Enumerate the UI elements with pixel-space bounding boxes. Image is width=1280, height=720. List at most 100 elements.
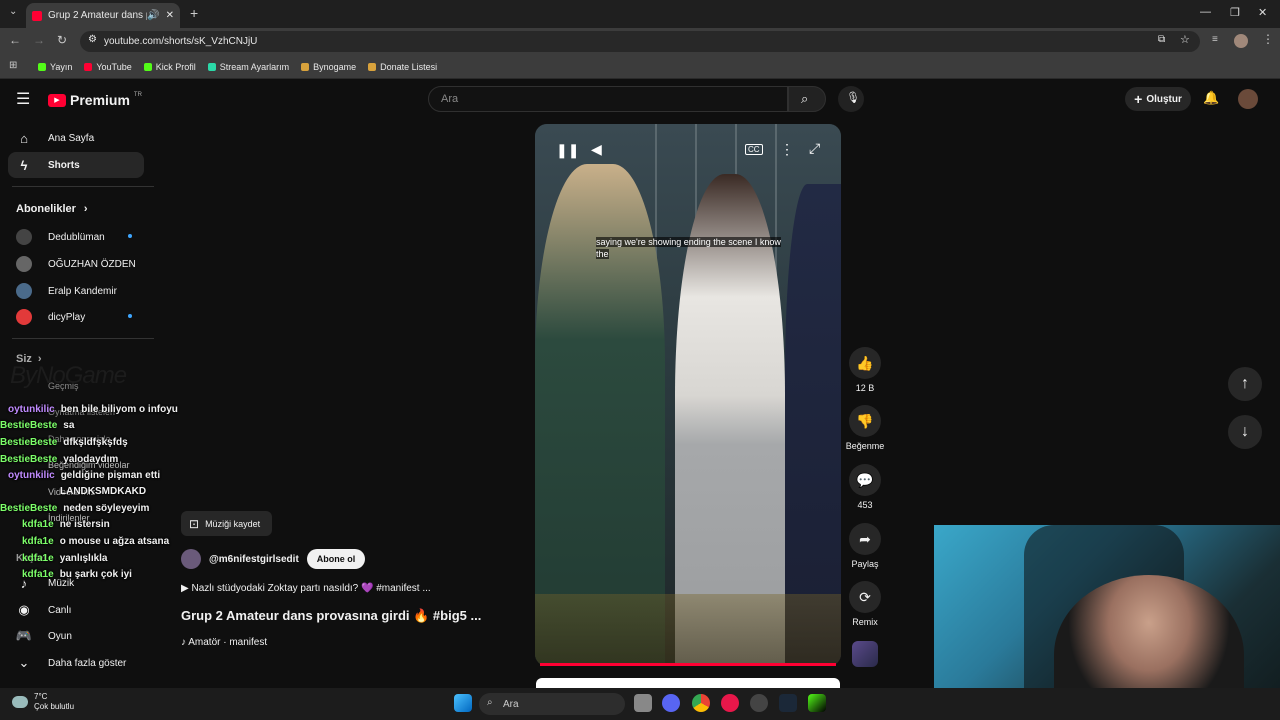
steam-icon[interactable] xyxy=(779,694,797,712)
next-short-preview[interactable] xyxy=(536,678,840,688)
fullscreen-icon[interactable]: ⤢ xyxy=(809,140,820,157)
chat-message: kdfa1e yanlışlıkla xyxy=(22,553,108,564)
home-icon: ⌂ xyxy=(20,130,28,146)
remix-button[interactable]: ⟳ Remix xyxy=(846,581,884,627)
search-button[interactable]: ⌕ xyxy=(788,86,826,112)
taskbar-search[interactable]: ⌕ Ara xyxy=(479,693,625,715)
sidebar-item-show-more[interactable]: ⌄ Daha fazla göster xyxy=(8,650,144,676)
forward-icon[interactable]: → xyxy=(33,33,45,47)
chat-message: oytunkilic geldiğine pişman etti xyxy=(8,470,161,481)
donate-icon xyxy=(368,62,377,71)
like-button[interactable]: 👍 12 B xyxy=(846,347,884,393)
share-label: Paylaş xyxy=(851,559,879,569)
avatar xyxy=(16,256,32,272)
next-short-button[interactable]: ↓ xyxy=(1228,415,1262,449)
channel-avatar[interactable] xyxy=(181,549,201,569)
play-logo-icon: ▶ xyxy=(48,93,66,107)
reload-icon[interactable]: ↻ xyxy=(57,33,67,47)
subscriptions-header[interactable]: Abonelikler › xyxy=(16,203,88,215)
chat-message: BestieBeste dfkşldfşkşfdş xyxy=(0,437,128,448)
window-close-icon[interactable]: ✕ xyxy=(1258,6,1267,19)
search-input[interactable]: Ara xyxy=(428,86,788,112)
sidebar-item-home[interactable]: ⌂ Ana Sayfa xyxy=(8,125,144,151)
bookmark-yayin[interactable]: Yayın xyxy=(38,62,72,72)
browser-menu-icon[interactable]: ⋮ xyxy=(1262,32,1274,46)
kick-icon xyxy=(38,62,46,71)
chat-message: BestieBeste yalodaydım xyxy=(0,454,119,465)
bookmark-bynogame[interactable]: Bynogame xyxy=(301,62,356,72)
voice-search-button[interactable]: 🎙 xyxy=(838,86,864,112)
chrome-icon[interactable] xyxy=(692,694,710,712)
obs-icon[interactable] xyxy=(750,694,768,712)
media-controls-icon[interactable]: ≡ xyxy=(1212,34,1218,45)
video-progress-bar[interactable] xyxy=(540,663,836,666)
shorts-icon: ϟ xyxy=(20,157,28,173)
audio-icon[interactable]: 🔊 xyxy=(147,10,159,21)
chat-message: kdfa1e bu şarkı çok iyi xyxy=(22,569,132,580)
music-info[interactable]: ♪ Amatör · manifest xyxy=(181,637,267,648)
weather-widget[interactable]: 7°C Çok bulutlu xyxy=(12,692,74,712)
captions-icon[interactable]: CC xyxy=(745,144,763,155)
thumbs-down-icon: 👎 xyxy=(849,405,881,437)
sidebar-divider xyxy=(12,338,154,339)
save-music-button[interactable]: ⊡ Müziği kaydet xyxy=(181,511,272,536)
bookmark-stream-ayarlarim[interactable]: Stream Ayarlarım xyxy=(207,62,289,72)
restore-icon[interactable]: ❐ xyxy=(1230,6,1240,19)
back-icon[interactable]: ← xyxy=(9,33,21,47)
minimize-icon[interactable]: — xyxy=(1200,6,1211,18)
install-icon[interactable]: ⧉ xyxy=(1158,34,1165,45)
arrow-up-icon: ↑ xyxy=(1241,375,1249,392)
account-avatar[interactable] xyxy=(1238,89,1258,109)
chat-message: LANDKSMDKAKD xyxy=(60,486,147,497)
create-button[interactable]: + Oluştur xyxy=(1125,87,1191,111)
video-description[interactable]: ▶ Nazlı stüdyodaki Zoktay partı nasıldı?… xyxy=(181,583,431,594)
sidebar-item-live[interactable]: ◉ Canlı xyxy=(8,597,144,623)
sidebar-channel[interactable]: Eralp Kandemir xyxy=(16,283,117,299)
sidebar-item-gaming[interactable]: 🎮 Oyun xyxy=(8,623,144,649)
dislike-button[interactable]: 👎 Beğenme xyxy=(842,405,888,451)
media-player-icon[interactable] xyxy=(721,694,739,712)
remix-icon: ⟳ xyxy=(849,581,881,613)
hamburger-menu-icon[interactable]: ☰ xyxy=(16,89,30,109)
temperature: 7°C xyxy=(34,692,48,701)
sound-thumbnail[interactable] xyxy=(852,641,878,667)
sidebar-channel[interactable]: dicyPlay xyxy=(16,309,85,325)
previous-short-button[interactable]: ↑ xyxy=(1228,367,1262,401)
sidebar-item-shorts[interactable]: ϟ Shorts xyxy=(8,152,144,178)
new-content-dot xyxy=(128,314,132,318)
subscribe-button[interactable]: Abone ol xyxy=(306,549,366,569)
windows-start-icon[interactable] xyxy=(454,694,472,712)
more-options-icon[interactable]: ⋮ xyxy=(780,141,794,158)
channel-name[interactable]: @m6nifestgirlsedit xyxy=(209,554,299,565)
profile-avatar[interactable] xyxy=(1234,34,1248,48)
site-info-icon[interactable]: ⚙ xyxy=(88,34,97,45)
comments-button[interactable]: 💬 453 xyxy=(846,464,884,510)
bookmark-kick-profil[interactable]: Kick Profil xyxy=(143,62,196,72)
share-button[interactable]: ➦ Paylaş xyxy=(846,523,884,569)
shorts-video-player[interactable] xyxy=(535,124,841,666)
browser-tab[interactable]: Grup 2 Amateur dans prova 🔊 ✕ xyxy=(26,3,180,28)
tab-close-icon[interactable]: ✕ xyxy=(166,10,174,21)
sidebar-channel[interactable]: OĞUZHAN ÖZDEN xyxy=(16,256,136,272)
apps-grid-icon[interactable]: ⊞ xyxy=(9,60,17,71)
bynogame-watermark: ByNoGame xyxy=(10,362,127,389)
bookmark-youtube[interactable]: YouTube xyxy=(84,62,132,72)
chevron-right-icon: › xyxy=(83,203,88,215)
sidebar-channel[interactable]: Dedublüman xyxy=(16,229,105,245)
video-title[interactable]: Grup 2 Amateur dans provasına girdi 🔥 #b… xyxy=(181,608,481,624)
url-bar[interactable]: ⚙ youtube.com/shorts/sK_VzhCNJjU ⧉ ☆ xyxy=(80,31,1200,52)
youtube-logo[interactable]: ▶ Premium TR xyxy=(48,92,142,108)
arrow-down-icon: ↓ xyxy=(1241,423,1249,440)
bookmark-star-icon[interactable]: ☆ xyxy=(1180,33,1190,46)
tab-search-icon[interactable]: ⌄ xyxy=(9,6,17,17)
bookmark-donate-listesi[interactable]: Donate Listesi xyxy=(368,62,437,72)
chat-message: BestieBeste sa xyxy=(0,420,75,431)
mic-icon: 🎙 xyxy=(846,92,860,104)
kick-app-icon[interactable] xyxy=(808,694,826,712)
new-tab-button[interactable]: + xyxy=(190,5,198,21)
discord-icon[interactable] xyxy=(662,694,680,712)
notifications-bell-icon[interactable]: 🔔 xyxy=(1203,90,1219,106)
pause-icon[interactable]: ❚❚ xyxy=(556,142,579,159)
volume-icon[interactable]: ◀ xyxy=(591,141,602,158)
file-explorer-icon[interactable] xyxy=(634,694,652,712)
